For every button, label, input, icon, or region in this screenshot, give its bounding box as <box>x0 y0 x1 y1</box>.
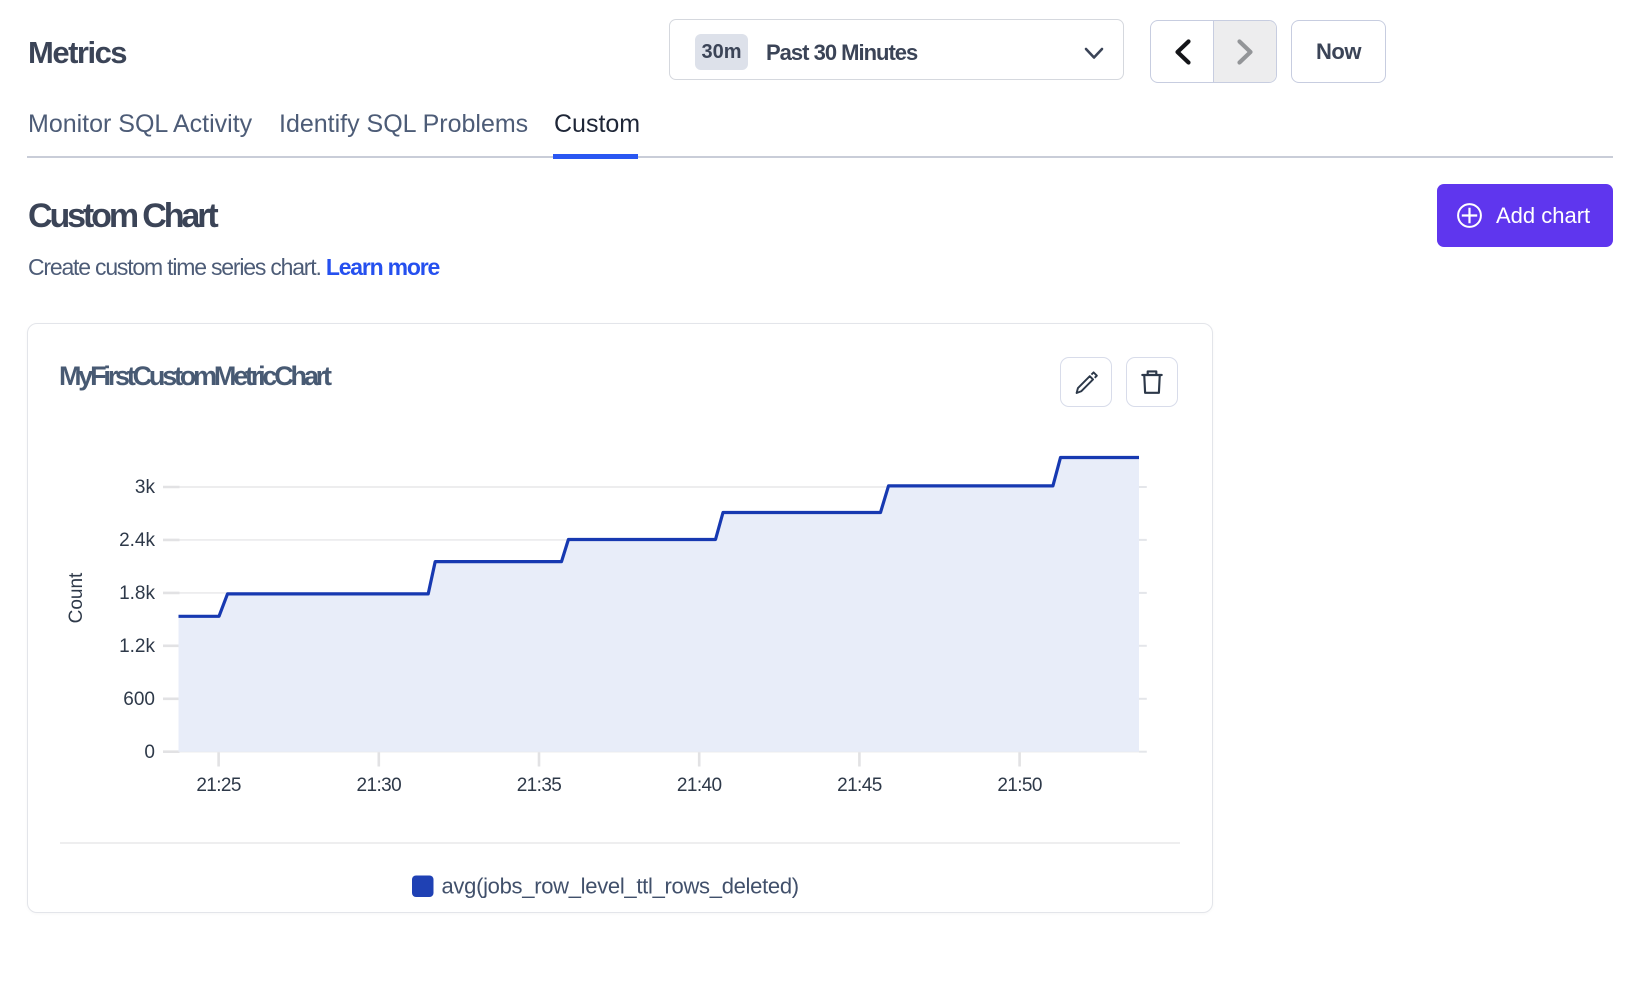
svg-text:2.4k: 2.4k <box>119 530 155 551</box>
svg-text:Count: Count <box>66 572 87 623</box>
svg-text:21:50: 21:50 <box>997 775 1042 796</box>
svg-text:21:30: 21:30 <box>357 775 402 796</box>
svg-text:avg(jobs_row_level_ttl_rows_de: avg(jobs_row_level_ttl_rows_deleted) <box>442 873 799 898</box>
svg-text:0: 0 <box>144 742 155 763</box>
svg-text:21:45: 21:45 <box>837 775 882 796</box>
svg-text:1.8k: 1.8k <box>119 583 155 604</box>
svg-text:21:35: 21:35 <box>517 775 562 796</box>
svg-text:3k: 3k <box>135 477 156 498</box>
svg-text:600: 600 <box>123 689 155 710</box>
svg-text:1.2k: 1.2k <box>119 636 155 657</box>
svg-text:21:25: 21:25 <box>196 775 241 796</box>
svg-text:21:40: 21:40 <box>677 775 722 796</box>
